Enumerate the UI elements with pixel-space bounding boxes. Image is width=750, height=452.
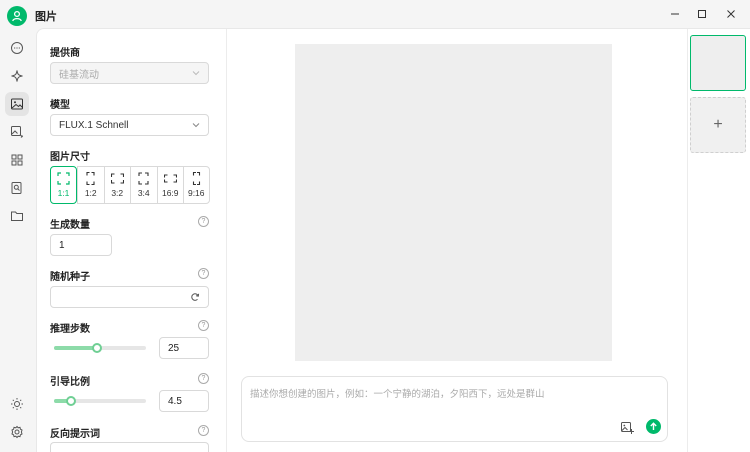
nav-files[interactable] bbox=[5, 204, 29, 228]
title-bar: 图片 bbox=[0, 0, 750, 28]
negative-prompt-input[interactable] bbox=[50, 442, 209, 452]
size-option-label: 16:9 bbox=[161, 188, 179, 198]
guidance-input[interactable]: 4.5 bbox=[159, 390, 209, 412]
size-option-3-2[interactable]: 3:2 bbox=[103, 166, 130, 204]
negative-prompt-label: 反向提示词 bbox=[50, 429, 100, 440]
image-canvas bbox=[295, 44, 612, 361]
image-size-label: 图片尺寸 bbox=[50, 152, 90, 163]
image-upload-icon[interactable] bbox=[620, 421, 634, 435]
image-icon bbox=[11, 98, 23, 110]
nav-rail bbox=[0, 28, 36, 452]
prompt-box[interactable]: 描述你想创建的图片，例如：一个宁静的湖泊，夕阳西下，远处是群山 bbox=[241, 376, 668, 442]
seed-input[interactable] bbox=[50, 286, 209, 308]
aspect-wide-icon bbox=[163, 174, 177, 183]
maximize-button[interactable] bbox=[694, 6, 710, 22]
size-option-1-1[interactable]: 1:1 bbox=[50, 166, 77, 204]
steps-slider-fill bbox=[54, 346, 98, 350]
help-icon[interactable]: ? bbox=[198, 425, 209, 436]
nav-image-edit[interactable] bbox=[5, 120, 29, 144]
image-size-selector: 1:1 1:2 3:2 3:4 16:9 9:16 bbox=[50, 166, 210, 204]
model-select[interactable]: FLUX.1 Schnell bbox=[50, 114, 209, 136]
aspect-square-icon bbox=[57, 172, 70, 185]
provider-select[interactable]: 硅基流动 bbox=[50, 62, 209, 84]
chat-icon bbox=[11, 42, 23, 54]
help-icon[interactable]: ? bbox=[198, 373, 209, 384]
model-value: FLUX.1 Schnell bbox=[59, 119, 129, 131]
sun-icon bbox=[11, 398, 23, 410]
count-label: 生成数量 bbox=[50, 220, 90, 231]
steps-slider[interactable] bbox=[54, 343, 146, 353]
count-input[interactable]: 1 bbox=[50, 234, 112, 256]
steps-input[interactable]: 25 bbox=[159, 337, 209, 359]
sparkle-icon bbox=[11, 70, 23, 82]
arrow-up-icon bbox=[650, 422, 657, 430]
size-option-label: 3:2 bbox=[111, 188, 124, 198]
nav-apps[interactable] bbox=[5, 148, 29, 172]
image-edit-icon bbox=[11, 126, 24, 138]
refresh-icon[interactable] bbox=[190, 292, 200, 302]
guidance-slider[interactable] bbox=[54, 396, 146, 406]
size-option-label: 1:1 bbox=[57, 188, 70, 198]
guidance-label: 引导比例 bbox=[50, 377, 90, 388]
aspect-portrait-icon bbox=[86, 172, 95, 185]
model-label: 模型 bbox=[50, 100, 70, 111]
send-button[interactable] bbox=[646, 419, 661, 434]
maximize-icon bbox=[698, 10, 706, 18]
grid-icon bbox=[11, 154, 23, 166]
steps-label: 推理步数 bbox=[50, 324, 90, 335]
settings-button[interactable] bbox=[5, 420, 29, 444]
size-option-label: 1:2 bbox=[84, 188, 97, 198]
history-thumbnail[interactable] bbox=[690, 35, 746, 91]
size-option-label: 9:16 bbox=[187, 188, 205, 198]
plus-icon: + bbox=[713, 116, 723, 133]
size-option-label: 3:4 bbox=[137, 188, 150, 198]
help-icon[interactable]: ? bbox=[198, 216, 209, 227]
seed-label: 随机种子 bbox=[50, 272, 90, 283]
size-option-16-9[interactable]: 16:9 bbox=[156, 166, 183, 204]
help-icon[interactable]: ? bbox=[198, 268, 209, 279]
prompt-placeholder: 描述你想创建的图片，例如：一个宁静的湖泊，夕阳西下，远处是群山 bbox=[250, 389, 545, 400]
aspect-landscape-icon bbox=[110, 173, 124, 184]
size-option-3-4[interactable]: 3:4 bbox=[130, 166, 157, 204]
steps-slider-handle[interactable] bbox=[92, 343, 103, 353]
theme-toggle[interactable] bbox=[5, 392, 29, 416]
user-icon bbox=[12, 10, 22, 22]
gear-icon bbox=[11, 425, 23, 439]
aspect-tall-icon bbox=[192, 172, 200, 185]
folder-icon bbox=[11, 211, 23, 221]
chevron-down-icon bbox=[192, 123, 200, 128]
close-button[interactable] bbox=[723, 6, 739, 22]
settings-panel: 提供商 硅基流动 模型 FLUX.1 Schnell 图片尺寸 1:1 1:2 … bbox=[37, 29, 227, 452]
user-avatar[interactable] bbox=[7, 6, 27, 26]
nav-chat[interactable] bbox=[5, 36, 29, 60]
help-icon[interactable]: ? bbox=[198, 320, 209, 331]
main-frame: 提供商 硅基流动 模型 FLUX.1 Schnell 图片尺寸 1:1 1:2 … bbox=[36, 28, 750, 452]
nav-agents[interactable] bbox=[5, 64, 29, 88]
minimize-icon bbox=[671, 13, 679, 15]
app-title: 图片 bbox=[35, 11, 57, 23]
provider-label: 提供商 bbox=[50, 48, 80, 59]
nav-knowledge[interactable] bbox=[5, 176, 29, 200]
nav-images[interactable] bbox=[5, 92, 29, 116]
provider-value: 硅基流动 bbox=[59, 69, 99, 81]
document-search-icon bbox=[11, 182, 22, 194]
size-option-1-2[interactable]: 1:2 bbox=[77, 166, 104, 204]
close-icon bbox=[727, 10, 735, 18]
chevron-down-icon bbox=[192, 71, 200, 76]
size-option-9-16[interactable]: 9:16 bbox=[183, 166, 210, 204]
minimize-button[interactable] bbox=[667, 6, 683, 22]
guidance-slider-handle[interactable] bbox=[65, 396, 76, 406]
aspect-portrait-icon bbox=[138, 172, 149, 185]
add-image-button[interactable]: + bbox=[690, 97, 746, 153]
history-panel: + bbox=[687, 29, 750, 452]
